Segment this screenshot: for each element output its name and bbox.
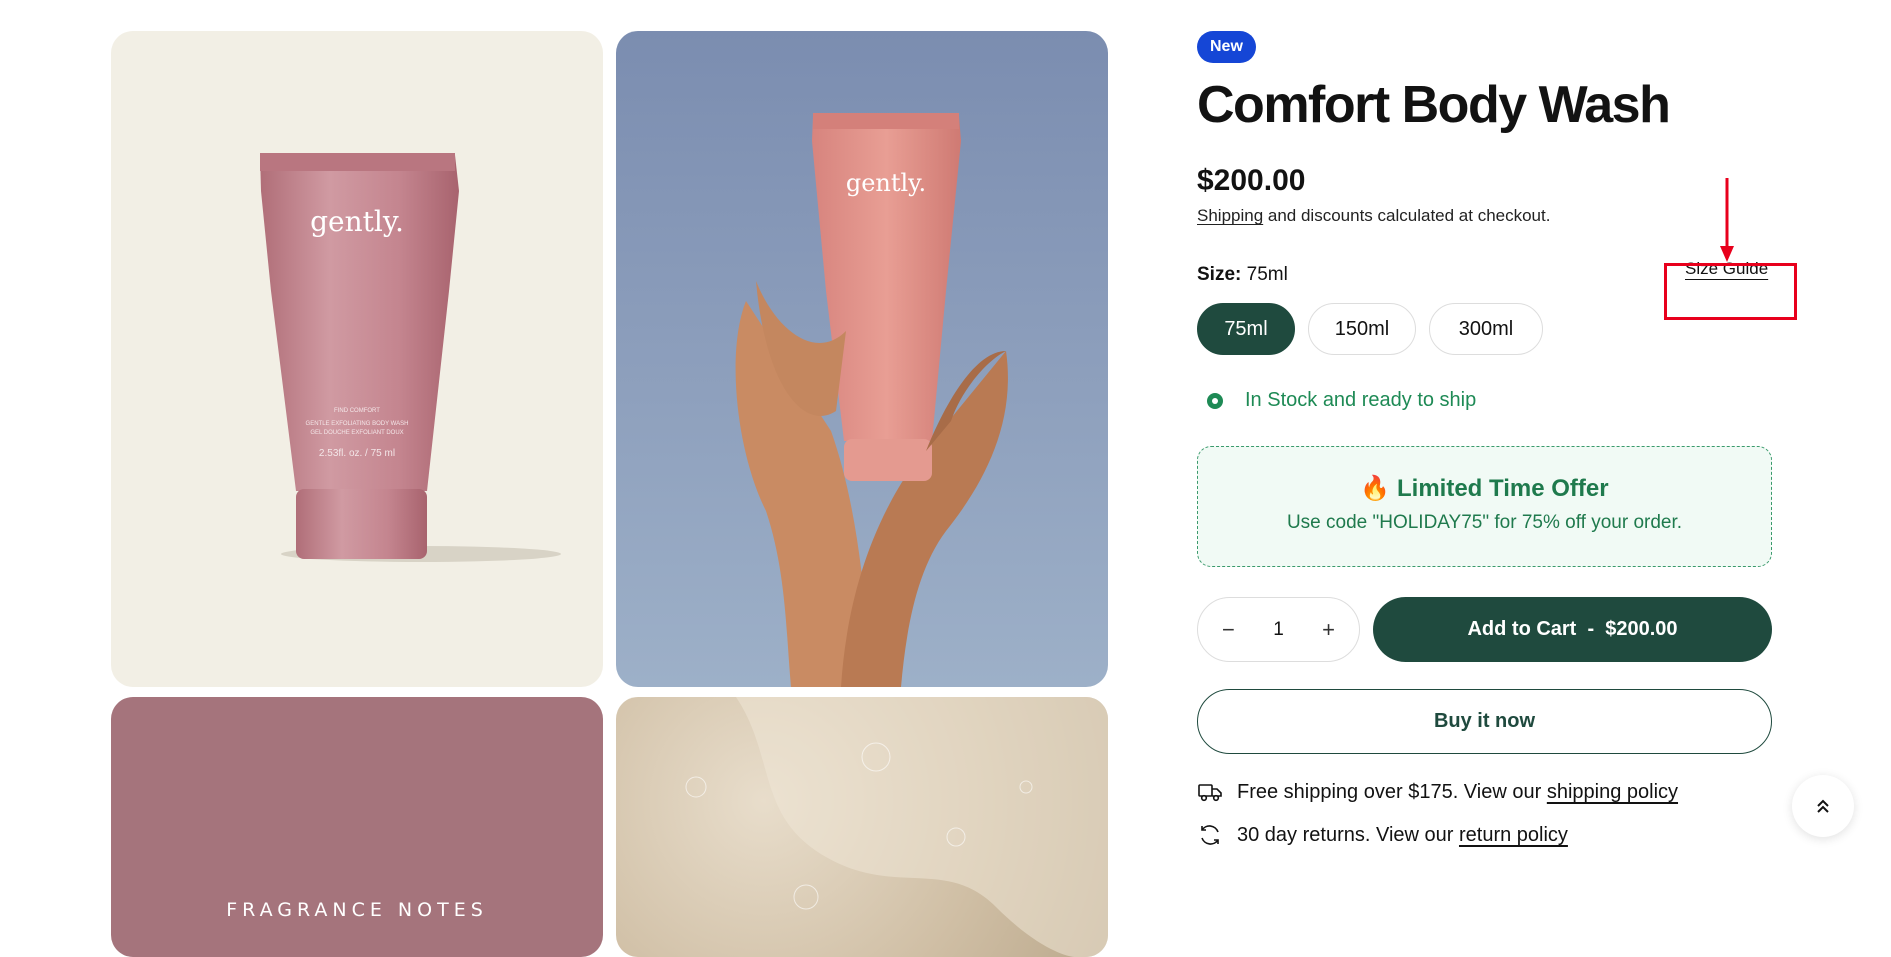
shipping-policy-link[interactable]: shipping policy — [1547, 781, 1678, 804]
gallery-image-hands[interactable]: gently. — [616, 31, 1108, 687]
offer-box: 🔥 Limited Time Offer Use code "HOLIDAY75… — [1197, 446, 1772, 568]
new-badge: New — [1197, 31, 1256, 63]
size-option-150ml[interactable]: 150ml — [1308, 303, 1416, 356]
gallery-image-fragrance[interactable]: FRAGRANCE NOTES — [111, 697, 603, 957]
quantity-stepper: − 1 + — [1197, 597, 1360, 663]
size-guide-highlight-box — [1664, 263, 1797, 320]
product-gallery: gently. FIND COMFORT GENTLE EXFOLIATING … — [111, 31, 1108, 957]
shipping-perk: Free shipping over $175. View our shippi… — [1197, 780, 1772, 804]
brand-text-1: gently. — [310, 205, 404, 238]
size-option-75ml[interactable]: 75ml — [1197, 303, 1295, 356]
buy-it-now-button[interactable]: Buy it now — [1197, 689, 1772, 755]
shipping-note-text: and discounts calculated at checkout. — [1263, 206, 1551, 226]
quantity-value[interactable]: 1 — [1273, 619, 1284, 641]
size-option-300ml[interactable]: 300ml — [1429, 303, 1543, 356]
arrow-annotation — [1720, 178, 1734, 262]
chevron-up-icon — [1817, 799, 1829, 813]
size-label-key: Size: — [1197, 264, 1242, 286]
stock-dot-icon — [1207, 392, 1223, 409]
returns-perk: 30 day returns. View our return policy — [1197, 823, 1772, 847]
product-info: New Comfort Body Wash $200.00 Shipping a… — [1197, 31, 1772, 847]
fragrance-notes-label: FRAGRANCE NOTES — [226, 899, 488, 921]
add-to-cart-button[interactable]: Add to Cart - $200.00 — [1373, 597, 1772, 663]
gallery-image-texture[interactable] — [616, 697, 1108, 957]
tube-caption: GENTLE EXFOLIATING BODY WASH — [306, 421, 409, 427]
size-selected-value: 75ml — [1246, 264, 1288, 286]
flame-icon: 🔥 — [1360, 475, 1391, 503]
product-title: Comfort Body Wash — [1197, 76, 1671, 134]
return-policy-link[interactable]: return policy — [1459, 824, 1568, 847]
brand-text-2: gently. — [846, 169, 926, 197]
gallery-image-product[interactable]: gently. FIND COMFORT GENTLE EXFOLIATING … — [111, 31, 603, 687]
tube-caption: GEL DOUCHE EXFOLIANT DOUX — [310, 430, 403, 436]
product-price: $200.00 — [1197, 164, 1306, 198]
stock-status: In Stock and ready to ship — [1197, 389, 1772, 412]
truck-icon — [1198, 784, 1222, 802]
texture-illustration — [685, 697, 1108, 957]
shipping-link[interactable]: Shipping — [1197, 206, 1263, 225]
offer-title-row: 🔥 Limited Time Offer — [1198, 474, 1771, 503]
decrease-quantity-button[interactable]: − — [1222, 617, 1235, 643]
hands-illustration: gently. — [735, 113, 1008, 687]
buy-row: − 1 + Add to Cart - $200.00 — [1197, 597, 1772, 663]
scroll-to-top-button[interactable] — [1792, 775, 1854, 837]
tube-illustration: gently. FIND COMFORT GENTLE EXFOLIATING … — [260, 153, 561, 562]
offer-text: Use code "HOLIDAY75" for 75% off your or… — [1286, 512, 1683, 534]
tube-size: 2.53fl. oz. / 75 ml — [319, 448, 395, 459]
refresh-icon — [1201, 825, 1219, 845]
returns-perk-text: 30 day returns. View our — [1237, 823, 1459, 846]
tube-caption: FIND COMFORT — [334, 408, 380, 414]
size-label: Size: 75ml — [1197, 264, 1288, 285]
offer-title: Limited Time Offer — [1396, 475, 1609, 503]
shipping-perk-text: Free shipping over $175. View our — [1237, 780, 1547, 803]
shipping-note: Shipping and discounts calculated at che… — [1197, 206, 1772, 226]
stock-text: In Stock and ready to ship — [1245, 389, 1477, 412]
increase-quantity-button[interactable]: + — [1322, 617, 1335, 643]
